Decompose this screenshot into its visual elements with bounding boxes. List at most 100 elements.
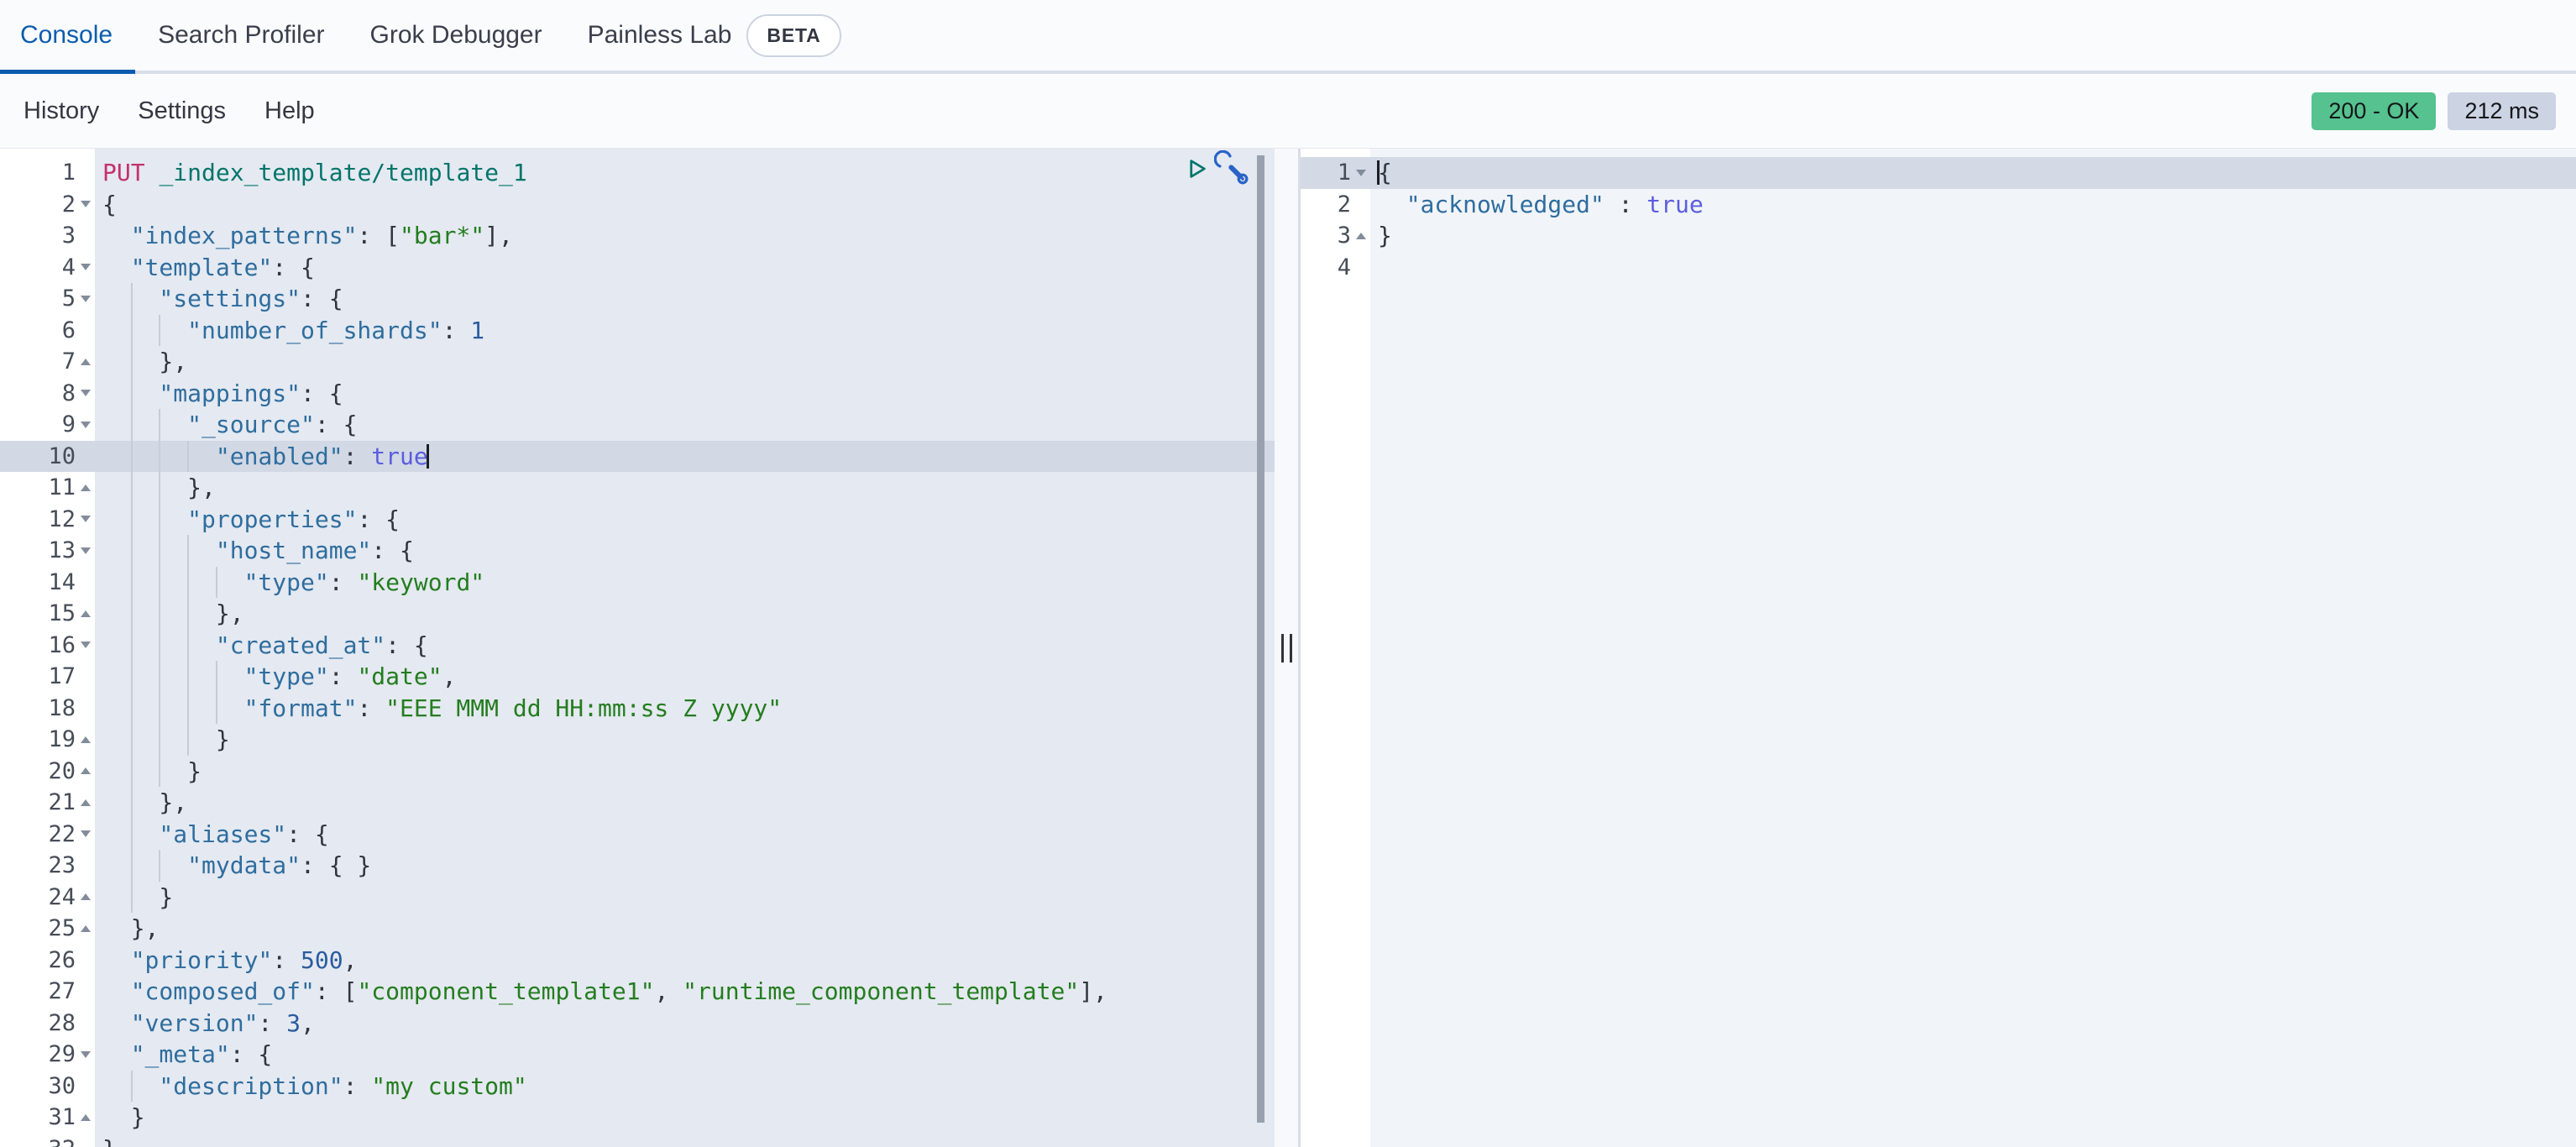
fold-toggle-icon[interactable]: [1351, 170, 1370, 176]
code-text[interactable]: "settings": {: [95, 283, 1275, 315]
code-line[interactable]: 32}: [0, 1134, 1275, 1147]
code-line[interactable]: 13"host_name": {: [0, 535, 1275, 567]
code-line[interactable]: 10"enabled": true: [0, 441, 1275, 473]
code-line[interactable]: 1{: [1301, 157, 2576, 189]
code-text[interactable]: "type": "date",: [95, 661, 1275, 693]
code-text[interactable]: [1370, 252, 2576, 284]
code-line[interactable]: 3}: [1301, 220, 2576, 252]
code-line[interactable]: 27"composed_of": ["component_template1",…: [0, 976, 1275, 1008]
fold-toggle-icon[interactable]: [76, 893, 95, 900]
request-editor-scrollbar[interactable]: [1257, 155, 1264, 1123]
code-line[interactable]: 31}: [0, 1102, 1275, 1134]
code-text[interactable]: "priority": 500,: [95, 945, 1275, 977]
code-line[interactable]: 24}: [0, 882, 1275, 914]
code-line[interactable]: 21},: [0, 787, 1275, 819]
code-line[interactable]: 1PUT _index_template/template_1: [0, 157, 1275, 189]
code-line[interactable]: 22"aliases": {: [0, 819, 1275, 851]
code-text[interactable]: },: [95, 598, 1275, 630]
fold-toggle-icon[interactable]: [76, 767, 95, 774]
code-line[interactable]: 3"index_patterns": ["bar*"],: [0, 220, 1275, 252]
fold-toggle-icon[interactable]: [76, 925, 95, 932]
code-text[interactable]: "acknowledged" : true: [1370, 189, 2576, 221]
code-text[interactable]: "host_name": {: [95, 535, 1275, 567]
code-text[interactable]: "number_of_shards": 1: [95, 315, 1275, 347]
code-line[interactable]: 15},: [0, 598, 1275, 630]
code-line[interactable]: 4"template": {: [0, 252, 1275, 284]
code-text[interactable]: "type": "keyword": [95, 567, 1275, 599]
code-text[interactable]: "composed_of": ["component_template1", "…: [95, 976, 1275, 1008]
code-line[interactable]: 8"mappings": {: [0, 378, 1275, 410]
code-line[interactable]: 18"format": "EEE MMM dd HH:mm:ss Z yyyy": [0, 693, 1275, 725]
code-text[interactable]: }: [1370, 220, 2576, 252]
code-text[interactable]: },: [95, 913, 1275, 945]
code-text[interactable]: {: [95, 189, 1275, 221]
code-line[interactable]: 19}: [0, 724, 1275, 756]
fold-toggle-icon[interactable]: [1351, 233, 1370, 239]
code-line[interactable]: 20}: [0, 756, 1275, 788]
tab-painless-lab[interactable]: Painless LabBETA: [565, 0, 864, 71]
code-line[interactable]: 11},: [0, 472, 1275, 504]
menu-help[interactable]: Help: [264, 97, 315, 125]
code-line[interactable]: 7},: [0, 346, 1275, 378]
menu-history[interactable]: History: [24, 97, 99, 125]
tab-console[interactable]: Console: [0, 0, 135, 71]
code-text[interactable]: },: [95, 787, 1275, 819]
fold-toggle-icon[interactable]: [76, 422, 95, 428]
code-line[interactable]: 6"number_of_shards": 1: [0, 315, 1275, 347]
code-text[interactable]: "_meta": {: [95, 1039, 1275, 1071]
code-text[interactable]: "properties": {: [95, 504, 1275, 536]
code-line[interactable]: 2{: [0, 189, 1275, 221]
code-text[interactable]: "format": "EEE MMM dd HH:mm:ss Z yyyy": [95, 693, 1275, 725]
fold-toggle-icon[interactable]: [76, 610, 95, 617]
response-code-background[interactable]: [1370, 149, 2576, 1147]
code-text[interactable]: "mappings": {: [95, 378, 1275, 410]
code-text[interactable]: {: [1370, 157, 2576, 189]
code-text[interactable]: }: [95, 1134, 1275, 1147]
code-line[interactable]: 12"properties": {: [0, 504, 1275, 536]
code-text[interactable]: "created_at": {: [95, 630, 1275, 662]
fold-toggle-icon[interactable]: [76, 547, 95, 554]
request-settings-button[interactable]: [1214, 150, 1253, 191]
response-viewer[interactable]: 1{2"acknowledged" : true3}4: [1301, 149, 2576, 1147]
code-text[interactable]: "index_patterns": ["bar*"],: [95, 220, 1275, 252]
code-text[interactable]: }: [95, 724, 1275, 756]
tab-search-profiler[interactable]: Search Profiler: [135, 0, 347, 71]
code-text[interactable]: "_source": {: [95, 409, 1275, 441]
code-line[interactable]: 5"settings": {: [0, 283, 1275, 315]
code-line[interactable]: 2"acknowledged" : true: [1301, 189, 2576, 221]
fold-toggle-icon[interactable]: [76, 296, 95, 302]
code-text[interactable]: },: [95, 346, 1275, 378]
send-request-button[interactable]: [1184, 156, 1209, 184]
fold-toggle-icon[interactable]: [76, 799, 95, 806]
code-line[interactable]: 26"priority": 500,: [0, 945, 1275, 977]
fold-toggle-icon[interactable]: [76, 642, 95, 648]
fold-toggle-icon[interactable]: [76, 201, 95, 207]
fold-toggle-icon[interactable]: [76, 264, 95, 270]
code-line[interactable]: 30"description": "my custom": [0, 1071, 1275, 1102]
fold-toggle-icon[interactable]: [76, 484, 95, 491]
code-text[interactable]: }: [95, 756, 1275, 788]
code-line[interactable]: 4: [1301, 252, 2576, 284]
code-line[interactable]: 28"version": 3,: [0, 1008, 1275, 1040]
panel-resizer[interactable]: [1275, 149, 1301, 1147]
code-text[interactable]: "aliases": {: [95, 819, 1275, 851]
fold-toggle-icon[interactable]: [76, 1114, 95, 1121]
code-text[interactable]: },: [95, 472, 1275, 504]
code-line[interactable]: 14"type": "keyword": [0, 567, 1275, 599]
code-text[interactable]: }: [95, 882, 1275, 914]
code-line[interactable]: 16"created_at": {: [0, 630, 1275, 662]
code-text[interactable]: "enabled": true: [95, 441, 1275, 473]
menu-settings[interactable]: Settings: [138, 97, 226, 125]
code-text[interactable]: }: [95, 1102, 1275, 1134]
fold-toggle-icon[interactable]: [76, 359, 95, 365]
code-text[interactable]: PUT _index_template/template_1: [95, 157, 1275, 189]
code-line[interactable]: 25},: [0, 913, 1275, 945]
code-line[interactable]: 23"mydata": { }: [0, 850, 1275, 882]
code-text[interactable]: "mydata": { }: [95, 850, 1275, 882]
code-line[interactable]: 17"type": "date",: [0, 661, 1275, 693]
fold-toggle-icon[interactable]: [76, 830, 95, 837]
fold-toggle-icon[interactable]: [76, 516, 95, 522]
fold-toggle-icon[interactable]: [76, 1051, 95, 1058]
code-text[interactable]: "version": 3,: [95, 1008, 1275, 1040]
fold-toggle-icon[interactable]: [76, 390, 95, 396]
